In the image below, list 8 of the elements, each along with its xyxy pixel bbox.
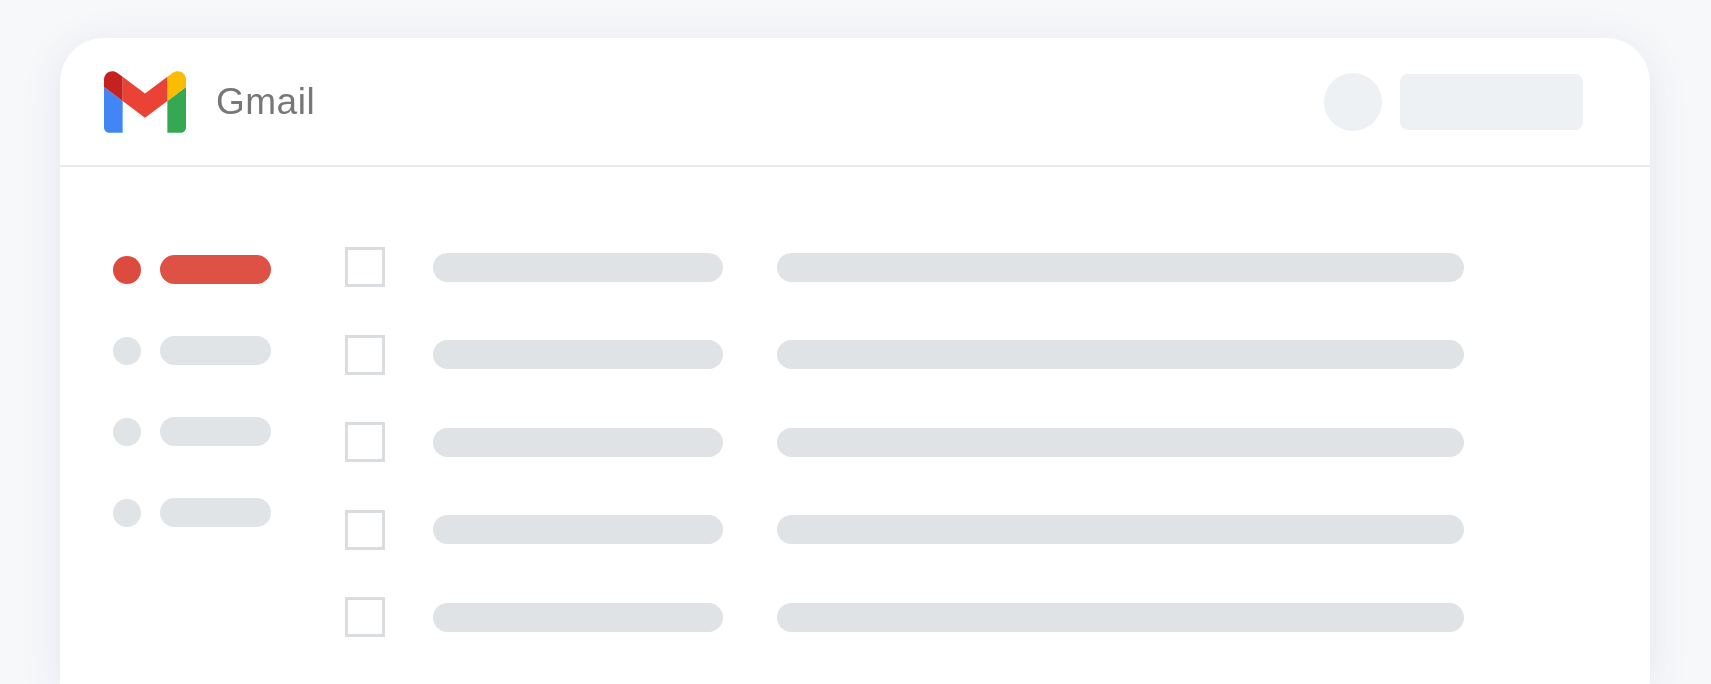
checkbox[interactable] — [345, 247, 385, 287]
app-title: Gmail — [216, 79, 316, 124]
checkbox[interactable] — [345, 597, 385, 637]
checkbox[interactable] — [345, 509, 385, 550]
checkbox[interactable] — [345, 334, 385, 375]
checkbox[interactable] — [345, 422, 385, 462]
logo-icon — [104, 70, 186, 133]
label-placeholder[interactable] — [160, 255, 271, 284]
